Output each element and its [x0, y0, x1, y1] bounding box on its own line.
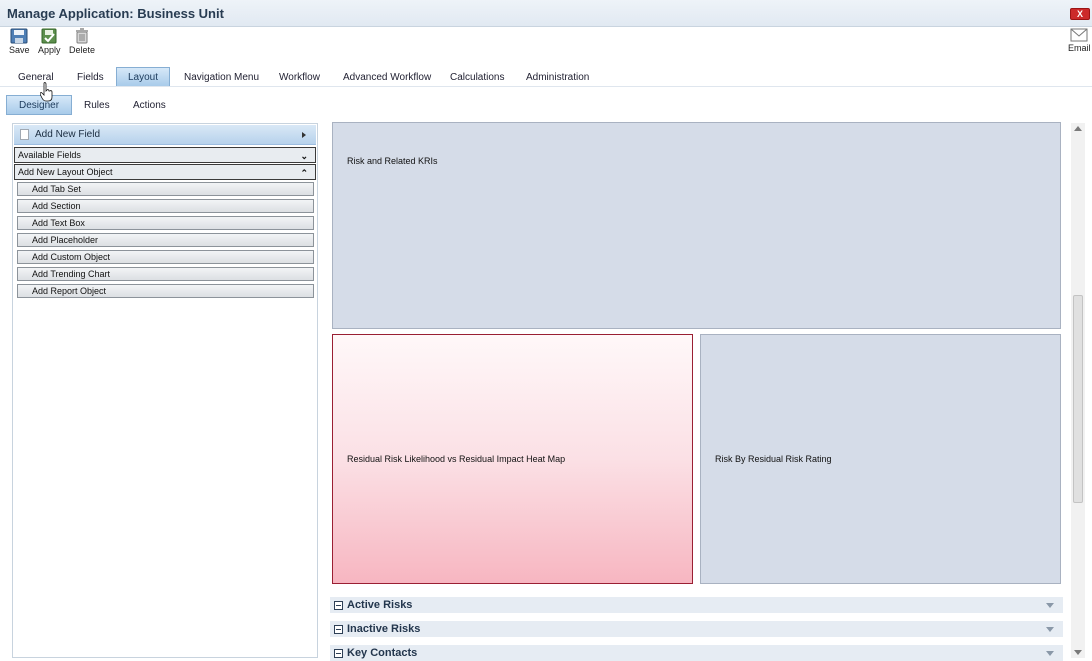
button-label: Add Text Box: [32, 218, 85, 228]
toolbar: Save Apply Delete Email: [0, 27, 1092, 57]
section-title: Key Contacts: [347, 647, 418, 659]
layout-object-risk-rating[interactable]: Risk By Residual Risk Rating: [700, 334, 1061, 584]
save-button[interactable]: Save: [9, 28, 30, 55]
window-title: Manage Application: Business Unit: [7, 6, 224, 21]
save-icon: [10, 28, 28, 44]
section-title: Inactive Risks: [347, 623, 421, 635]
add-new-layout-object-header[interactable]: Add New Layout Object ⌃: [14, 164, 316, 180]
title-bar: Manage Application: Business Unit X: [0, 0, 1092, 27]
tab-fields[interactable]: Fields: [77, 72, 104, 83]
available-fields-header[interactable]: Available Fields ⌄: [14, 147, 316, 163]
page-icon: [20, 129, 29, 140]
hand-cursor-icon: [40, 82, 53, 102]
section-inactive-risks[interactable]: Inactive Risks: [330, 621, 1063, 637]
caret-down-icon[interactable]: [1046, 651, 1054, 656]
section-active-risks[interactable]: Active Risks: [330, 597, 1063, 613]
button-label: Add Tab Set: [32, 184, 81, 194]
email-label: Email: [1068, 43, 1091, 53]
button-label: Add Report Object: [32, 286, 107, 296]
tab-workflow[interactable]: Workflow: [279, 72, 320, 83]
tab-administration[interactable]: Administration: [526, 72, 589, 83]
scrollbar-thumb[interactable]: [1073, 295, 1083, 503]
minus-icon[interactable]: [334, 625, 343, 634]
scroll-down-icon[interactable]: [1074, 650, 1082, 655]
tab-navigation-menu[interactable]: Navigation Menu: [184, 72, 259, 83]
save-label: Save: [9, 45, 30, 55]
layout-object-label: Risk By Residual Risk Rating: [715, 454, 832, 464]
minus-icon[interactable]: [334, 649, 343, 658]
chevron-down-icon: ⌄: [300, 151, 308, 161]
caret-down-icon[interactable]: [1046, 603, 1054, 608]
section-title: Active Risks: [347, 599, 413, 611]
add-new-layout-object-label: Add New Layout Object: [18, 167, 113, 177]
tab-layout[interactable]: Layout: [116, 67, 171, 86]
add-new-field-button[interactable]: Add New Field: [14, 125, 316, 145]
sub-tabs: Designer Rules Actions: [0, 93, 1092, 115]
add-report-object-button[interactable]: Add Report Object: [17, 284, 314, 298]
apply-label: Apply: [38, 45, 61, 55]
add-new-field-label: Add New Field: [35, 129, 101, 140]
tab-calculations[interactable]: Calculations: [450, 72, 504, 83]
main-tabs: General Fields Layout Navigation Menu Wo…: [0, 67, 1092, 87]
layout-objects-panel: Add New Field Available Fields ⌄ Add New…: [12, 123, 318, 658]
chevron-up-icon: ⌃: [300, 168, 308, 178]
section-key-contacts[interactable]: Key Contacts: [330, 645, 1063, 661]
apply-icon: [41, 28, 57, 44]
button-label: Add Custom Object: [32, 252, 111, 262]
add-tab-set-button[interactable]: Add Tab Set: [17, 182, 314, 196]
layout-object-heat-map[interactable]: Residual Risk Likelihood vs Residual Imp…: [332, 334, 693, 584]
add-section-button[interactable]: Add Section: [17, 199, 314, 213]
delete-button[interactable]: Delete: [69, 28, 95, 55]
delete-label: Delete: [69, 45, 96, 55]
add-trending-chart-button[interactable]: Add Trending Chart: [17, 267, 314, 281]
button-label: Add Trending Chart: [32, 269, 111, 279]
add-text-box-button[interactable]: Add Text Box: [17, 216, 314, 230]
apply-button[interactable]: Apply: [38, 28, 61, 55]
add-placeholder-button[interactable]: Add Placeholder: [17, 233, 314, 247]
layout-object-label: Risk and Related KRIs: [347, 156, 438, 166]
button-label: Add Section: [32, 201, 81, 211]
tab-rules[interactable]: Rules: [84, 100, 110, 111]
caret-down-icon[interactable]: [1046, 627, 1054, 632]
add-custom-object-button[interactable]: Add Custom Object: [17, 250, 314, 264]
email-icon: [1070, 28, 1088, 42]
layout-canvas: Risk and Related KRIs Residual Risk Like…: [322, 122, 1070, 661]
layout-object-risk-kris[interactable]: Risk and Related KRIs: [332, 122, 1061, 329]
close-icon[interactable]: X: [1070, 8, 1090, 20]
available-fields-label: Available Fields: [18, 150, 81, 160]
delete-icon: [76, 28, 88, 44]
tab-actions[interactable]: Actions: [133, 100, 166, 111]
minus-icon[interactable]: [334, 601, 343, 610]
tab-advanced-workflow[interactable]: Advanced Workflow: [343, 72, 431, 83]
chevron-right-icon: [302, 132, 306, 138]
layout-object-label: Residual Risk Likelihood vs Residual Imp…: [347, 454, 566, 464]
canvas-scrollbar[interactable]: [1071, 123, 1085, 658]
scroll-up-icon[interactable]: [1074, 126, 1082, 131]
email-button[interactable]: Email: [1068, 28, 1091, 53]
button-label: Add Placeholder: [32, 235, 99, 245]
